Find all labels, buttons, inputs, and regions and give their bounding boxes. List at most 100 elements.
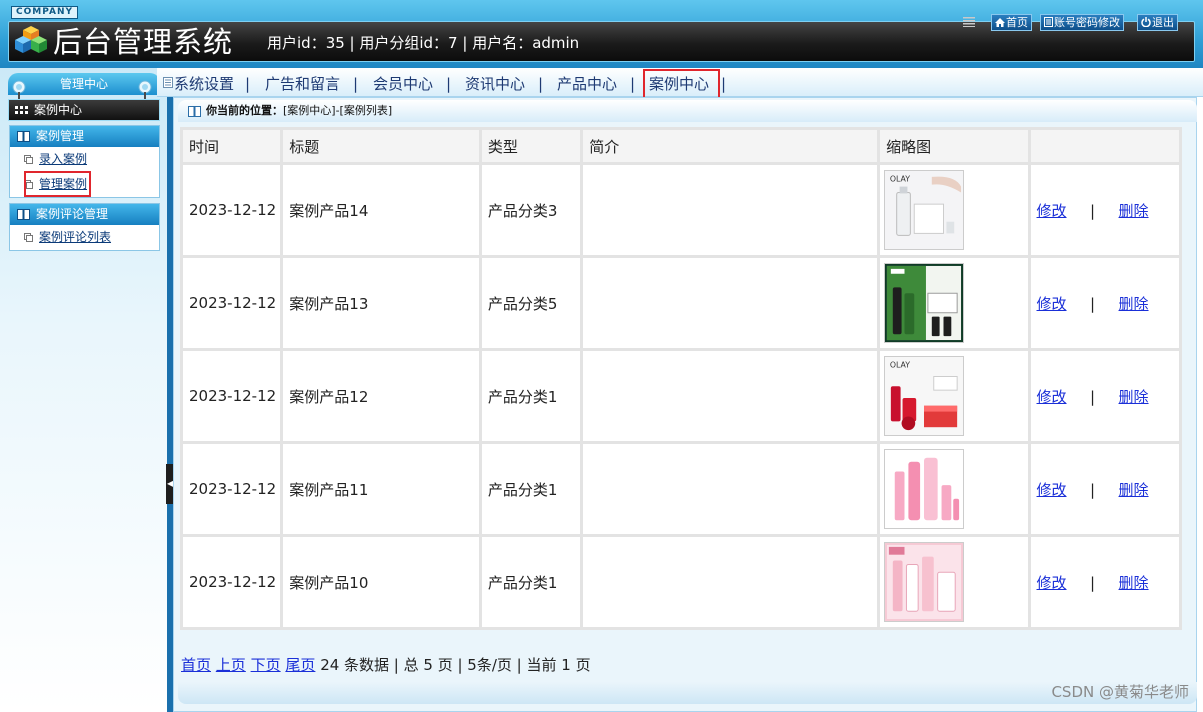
current-module-bar: 案例中心 (8, 99, 160, 121)
menu-group-comment-management: 案例评论管理 案例评论列表 (9, 203, 160, 251)
cell-type: 产品分类5 (481, 258, 581, 348)
nav-system-settings[interactable]: 系统设置 (174, 74, 234, 94)
action-separator: | (1090, 294, 1096, 313)
pager-first-link[interactable]: 首页 (181, 656, 211, 674)
comment-list-link[interactable]: 案例评论列表 (39, 230, 111, 244)
user-info: 用户id：35 | 用户分组id：7 | 用户名：admin (267, 34, 580, 52)
product-thumbnail[interactable] (884, 449, 965, 529)
cell-thumbnail (880, 258, 1028, 348)
cell-time: 2023-12-12 (183, 351, 281, 441)
edit-link[interactable]: 修改 (1037, 388, 1067, 406)
breadcrumb: 你当前的位置：[案例中心]-[案例列表] (178, 100, 1197, 122)
menu-group-header[interactable]: 案例评论管理 (10, 204, 159, 225)
cell-title: 案例产品10 (283, 537, 479, 627)
cell-actions: 修改 | 删除 (1030, 351, 1179, 441)
col-header-intro: 简介 (583, 130, 878, 162)
cell-title: 案例产品14 (283, 165, 479, 255)
watermark: CSDN @黄菊华老师 (1051, 683, 1189, 701)
list-icon (963, 17, 975, 27)
nav-separator: | (446, 75, 452, 93)
highlight-frame (643, 69, 720, 99)
action-separator: | (1090, 480, 1096, 499)
delete-link[interactable]: 删除 (1119, 574, 1149, 592)
logout-button[interactable]: 退出 (1137, 14, 1178, 31)
action-separator: | (1090, 573, 1096, 592)
nav-separator: | (245, 75, 251, 93)
case-table: 时间 标题 类型 简介 缩略图 2023-12-12 案例产品14 产品分类3 … (180, 127, 1182, 630)
cell-thumbnail (880, 537, 1028, 627)
cell-intro (583, 165, 878, 255)
menu-item-comment-list[interactable]: 案例评论列表 (10, 225, 159, 250)
nav-member-center[interactable]: 会员中心 (373, 74, 433, 94)
pager-next-link[interactable]: 下页 (251, 656, 281, 674)
nav-ads-messages[interactable]: 广告和留言 (265, 74, 340, 94)
table-row: 2023-12-12 案例产品10 产品分类1 修改 | 删除 (183, 537, 1179, 627)
account-password-button[interactable]: 账号密码修改 (1040, 14, 1124, 31)
pager-prev-link[interactable]: 上页 (216, 656, 246, 674)
cell-title: 案例产品13 (283, 258, 479, 348)
pager-last-link[interactable]: 尾页 (285, 656, 315, 674)
document-icon (163, 77, 173, 88)
nav-news-center[interactable]: 资讯中心 (465, 74, 525, 94)
delete-link[interactable]: 删除 (1119, 202, 1149, 220)
table-row: 2023-12-12 案例产品11 产品分类1 修改 | 删除 (183, 444, 1179, 534)
cell-thumbnail: OLAY (880, 351, 1028, 441)
cell-title: 案例产品12 (283, 351, 479, 441)
product-thumbnail[interactable]: OLAY (884, 356, 965, 436)
cell-title: 案例产品11 (283, 444, 479, 534)
cell-type: 产品分类1 (481, 351, 581, 441)
col-header-thumbnail: 缩略图 (880, 130, 1028, 162)
product-thumbnail[interactable]: OLAY (884, 170, 965, 250)
home-button[interactable]: 首页 (991, 14, 1032, 31)
product-thumbnail[interactable] (884, 263, 965, 343)
svg-text:OLAY: OLAY (890, 175, 910, 184)
breadcrumb-path: [案例中心]-[案例列表] (283, 104, 393, 117)
pager-summary: 24 条数据 | 总 5 页 | 5条/页 | 当前 1 页 (320, 656, 591, 674)
book-icon (17, 209, 30, 220)
cell-intro (583, 537, 878, 627)
cell-type: 产品分类3 (481, 165, 581, 255)
company-tag: COMPANY (11, 6, 78, 19)
document-icon (1044, 17, 1053, 27)
product-thumbnail[interactable] (884, 542, 965, 622)
table-row: 2023-12-12 案例产品14 产品分类3 OLAY 修改 | 删除 (183, 165, 1179, 255)
menu-group-header[interactable]: 案例管理 (10, 126, 159, 147)
cell-time: 2023-12-12 (183, 165, 281, 255)
document-icon (24, 155, 33, 164)
cubes-logo-icon (15, 26, 47, 53)
edit-link[interactable]: 修改 (1037, 574, 1067, 592)
table-header-row: 时间 标题 类型 简介 缩略图 (183, 130, 1179, 162)
cell-time: 2023-12-12 (183, 537, 281, 627)
cell-actions: 修改 | 删除 (1030, 258, 1179, 348)
header: COMPANY 后台管理系统 用户id：35 | 用户分组id：7 | 用户名：… (0, 0, 1203, 68)
cell-intro (583, 444, 878, 534)
breadcrumb-text: 你当前的位置：[案例中心]-[案例列表] (206, 100, 392, 122)
cell-intro (583, 258, 878, 348)
nav-separator: | (630, 75, 636, 93)
cell-thumbnail (880, 444, 1028, 534)
add-case-link[interactable]: 录入案例 (39, 152, 87, 166)
edit-link[interactable]: 修改 (1037, 295, 1067, 313)
col-header-actions (1030, 130, 1179, 162)
edit-link[interactable]: 修改 (1037, 481, 1067, 499)
nav-product-center[interactable]: 产品中心 (557, 74, 617, 94)
system-title: 后台管理系统 (53, 25, 234, 59)
col-header-type: 类型 (481, 130, 581, 162)
pin-icon (12, 80, 26, 100)
current-module-label: 案例中心 (34, 103, 83, 117)
menu-item-add-case[interactable]: 录入案例 (10, 147, 159, 172)
cell-actions: 修改 | 删除 (1030, 165, 1179, 255)
panel-footer (178, 682, 1197, 704)
edit-link[interactable]: 修改 (1037, 202, 1067, 220)
delete-link[interactable]: 删除 (1119, 295, 1149, 313)
delete-link[interactable]: 删除 (1119, 481, 1149, 499)
delete-link[interactable]: 删除 (1119, 388, 1149, 406)
nav-separator: | (353, 75, 359, 93)
book-icon (17, 131, 30, 142)
grid-icon (15, 106, 28, 114)
cell-time: 2023-12-12 (183, 258, 281, 348)
document-icon (24, 233, 33, 242)
power-icon (1141, 17, 1151, 28)
cell-type: 产品分类1 (481, 537, 581, 627)
breadcrumb-label: 你当前的位置： (206, 104, 283, 117)
